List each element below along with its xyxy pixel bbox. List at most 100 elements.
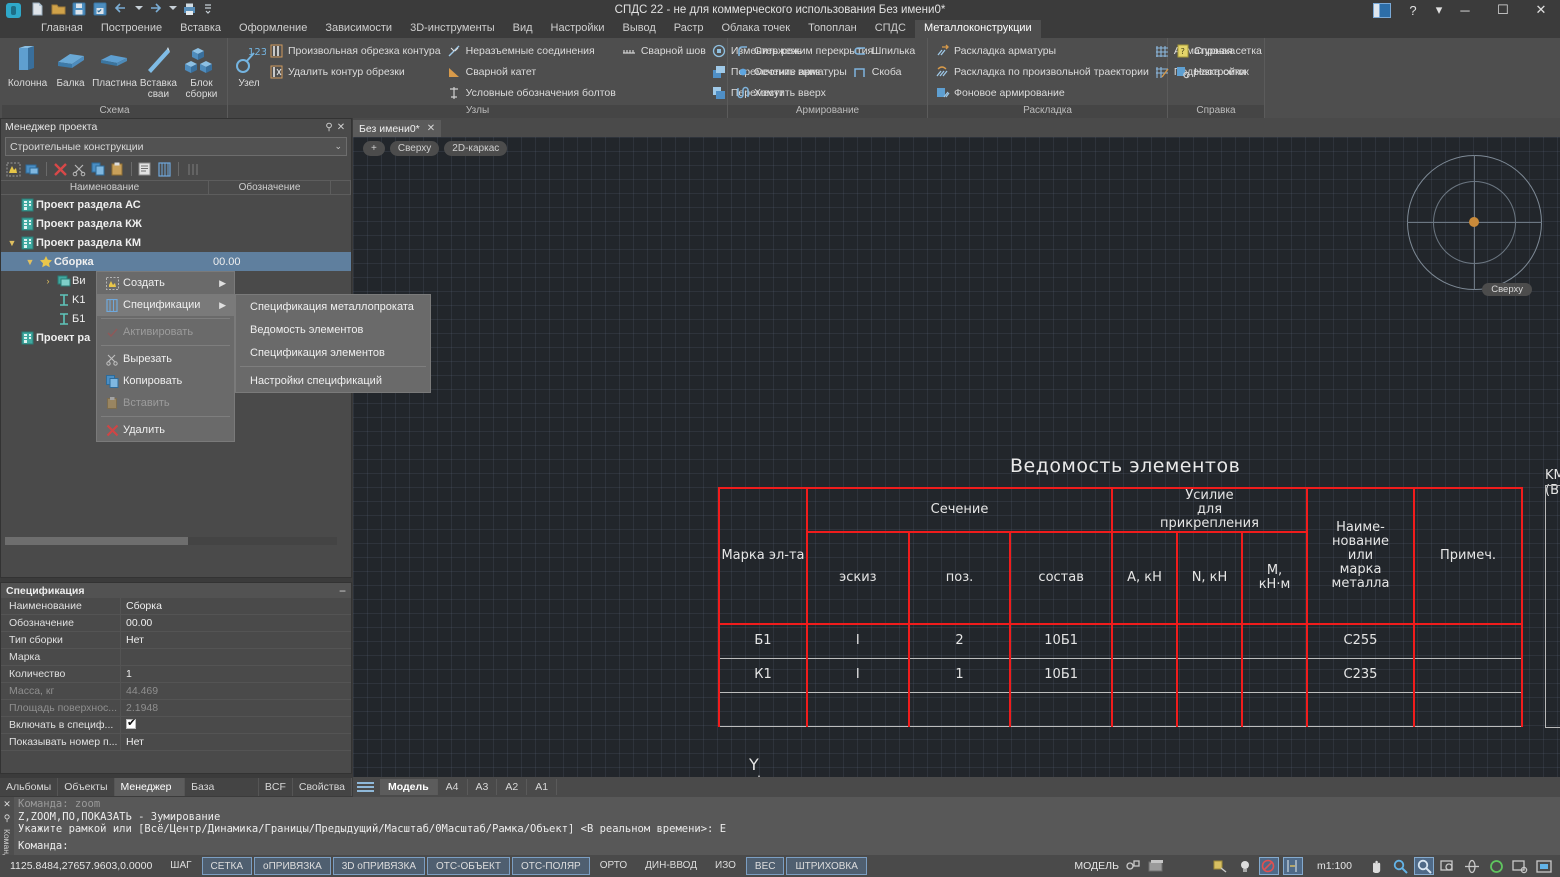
ribbon-tab-10[interactable]: Облака точек [713,20,800,38]
panel-tab-5[interactable]: Свойства [293,778,352,796]
undo-icon[interactable] [114,2,130,18]
ribbon-tab-7[interactable]: Настройки [542,20,614,38]
ribbon-tab-11[interactable]: Топоплан [799,20,866,38]
maximize-button[interactable]: ☐ [1484,0,1522,20]
layout-tab-a1[interactable]: A1 [527,779,557,795]
ribbon-button-weld-seam[interactable]: Сварной шов [619,41,709,60]
layout-tab-a3[interactable]: A3 [468,779,498,795]
drawing-canvas[interactable]: +Сверху2D-каркас Сверху Ведомость элемен… [353,137,1560,777]
minimize-icon[interactable]: − [339,584,346,598]
ribbon-button-help[interactable]: ?Справка [1172,41,1249,60]
redo-dropdown-icon[interactable] [169,2,177,18]
context-menu-item-5[interactable]: Вырезать [97,348,234,370]
close-icon[interactable]: ✕ [3,799,11,810]
undo-dropdown-icon[interactable] [135,2,143,18]
ribbon-button-rebar-section[interactable]: Сечение арматуры [732,62,850,81]
minimize-button[interactable]: ─ [1446,0,1484,20]
quick-access-toolbar[interactable] [26,2,213,18]
clean-screen-icon[interactable] [1510,857,1530,875]
spec-row-value[interactable]: 2.1948 [121,702,351,714]
project-type-combo[interactable]: Строительные конструкции ⌄ [5,137,347,156]
status-toggle-10[interactable]: ШТРИХОВКА [786,857,866,875]
ribbon-button-background-rebar[interactable]: Фоновое армирование [932,83,1152,102]
layout-tab-модель[interactable]: Модель [380,779,438,795]
ribbon-button-node[interactable]: 123Узел [232,41,266,89]
tree-twisty[interactable]: ▼ [23,257,37,267]
command-prompt[interactable]: Команда: [18,840,1556,853]
status-toggle-3[interactable]: 3D оПРИВЯЗКА [333,857,425,875]
status-toggle-6[interactable]: ОРТО [592,857,635,875]
redo-icon[interactable] [148,2,164,18]
qat-more-icon[interactable] [203,2,213,18]
ribbon-button-settings[interactable]: Настройки [1172,62,1249,81]
viewport-controls[interactable]: +Сверху2D-каркас [363,141,507,156]
zoom-icon[interactable] [1390,857,1410,875]
props-icon[interactable] [184,161,201,178]
coordinates-display[interactable]: 1125.8484,27657.9603,0.0000 [0,860,162,872]
ribbon-tab-1[interactable]: Построение [92,20,171,38]
ribbon-button-stirrup[interactable]: Хомут [732,83,850,102]
ribbon-tab-6[interactable]: Вид [504,20,542,38]
zoom-window-icon[interactable] [1414,857,1434,875]
workspace-icon[interactable] [1123,857,1143,875]
tree-twisty[interactable]: › [41,276,55,286]
left-panel-tabs[interactable]: АльбомыОбъектыМенеджер пр...База элемент… [0,778,352,796]
tree-node-0[interactable]: Проект раздела АС [1,195,351,214]
close-button[interactable]: ✕ [1522,0,1560,20]
ribbon-tab-8[interactable]: Вывод [613,20,664,38]
status-toggle-9[interactable]: ВЕС [746,857,785,875]
ribbon-button-column[interactable]: Колонна [6,41,49,89]
ribbon-tab-9[interactable]: Растр [665,20,713,38]
status-toggle-1[interactable]: СЕТКА [202,857,253,875]
view-cube[interactable] [1407,155,1542,290]
help-dropdown-icon[interactable]: ▾ [1432,0,1446,20]
ribbon-tab-3[interactable]: Оформление [230,20,316,38]
ribbon-button-rebar[interactable]: Стержень [732,41,850,60]
tree-node-1[interactable]: Проект раздела КЖ [1,214,351,233]
delete-icon[interactable] [52,161,69,178]
document-tab[interactable]: Без имени0* ✕ [353,120,441,137]
scale-display[interactable]: m1:100 [1307,860,1362,872]
copy-icon[interactable] [90,161,107,178]
model-space-label[interactable]: МОДЕЛЬ [1074,860,1119,872]
ribbon-button-assembly-block[interactable]: Блок сборки [180,41,223,100]
ribbon-button-pile[interactable]: Вставка сваи [137,41,180,100]
ribbon-button-delete-trim[interactable]: Удалить контур обрезки [266,62,444,81]
context-submenu[interactable]: Спецификация металлопрокатаВедомость эле… [235,294,431,393]
print-icon[interactable] [182,2,198,18]
ribbon-button-beam[interactable]: Балка [49,41,92,89]
panel-tab-1[interactable]: Объекты [58,778,114,796]
submenu-item-2[interactable]: Спецификация элементов [236,341,430,364]
ribbon-tab-2[interactable]: Вставка [171,20,230,38]
panel-tab-4[interactable]: BCF [259,778,293,796]
ribbon-button-rebar-layout[interactable]: Раскладка арматуры [932,41,1152,60]
open-icon[interactable] [51,2,67,18]
spec-row-value[interactable] [121,719,351,731]
status-toggle-5[interactable]: ОТС-ПОЛЯР [512,857,590,875]
submenu-item-4[interactable]: Настройки спецификаций [236,369,430,392]
ribbon-button-weld-leg[interactable]: Сварной катет [444,62,619,81]
ribbon-button-plate[interactable]: Пластина [92,41,137,89]
ribbon-button-bolt-symbol[interactable]: Условные обозначения болтов [444,83,619,102]
viewport-control-1[interactable]: Сверху [390,141,439,156]
panel-tab-0[interactable]: Альбомы [0,778,58,796]
ribbon-button-bracket[interactable]: Скоба [850,62,918,81]
layout-tab-a2[interactable]: A2 [497,779,527,795]
status-toggle-2[interactable]: оПРИВЯЗКА [254,857,331,875]
ribbon-tab-bar[interactable]: ГлавнаяПостроениеВставкаОформлениеЗависи… [0,20,1560,38]
spec-icon[interactable] [137,161,154,178]
layer-state-icon[interactable] [1147,857,1167,875]
context-menu-item-6[interactable]: Копировать [97,370,234,392]
tree-node-2[interactable]: ▼Проект раздела КМ [1,233,351,252]
workspace-switch-icon[interactable] [1373,3,1391,18]
spec-row-value[interactable]: Сборка [121,600,351,612]
project-manager-toolbar[interactable] [1,158,351,180]
context-menu-item-9[interactable]: Удалить [97,419,234,441]
status-toggle-4[interactable]: ОТС-ОБЪЕКТ [427,857,510,875]
table-icon[interactable] [156,161,173,178]
layout-tab-a4[interactable]: A4 [438,779,468,795]
tree-twisty[interactable]: ▼ [5,238,19,248]
spec-row-value[interactable]: 44.469 [121,685,351,697]
ribbon-button-stud[interactable]: Шпилька [850,41,918,60]
new-view-icon[interactable] [24,161,41,178]
